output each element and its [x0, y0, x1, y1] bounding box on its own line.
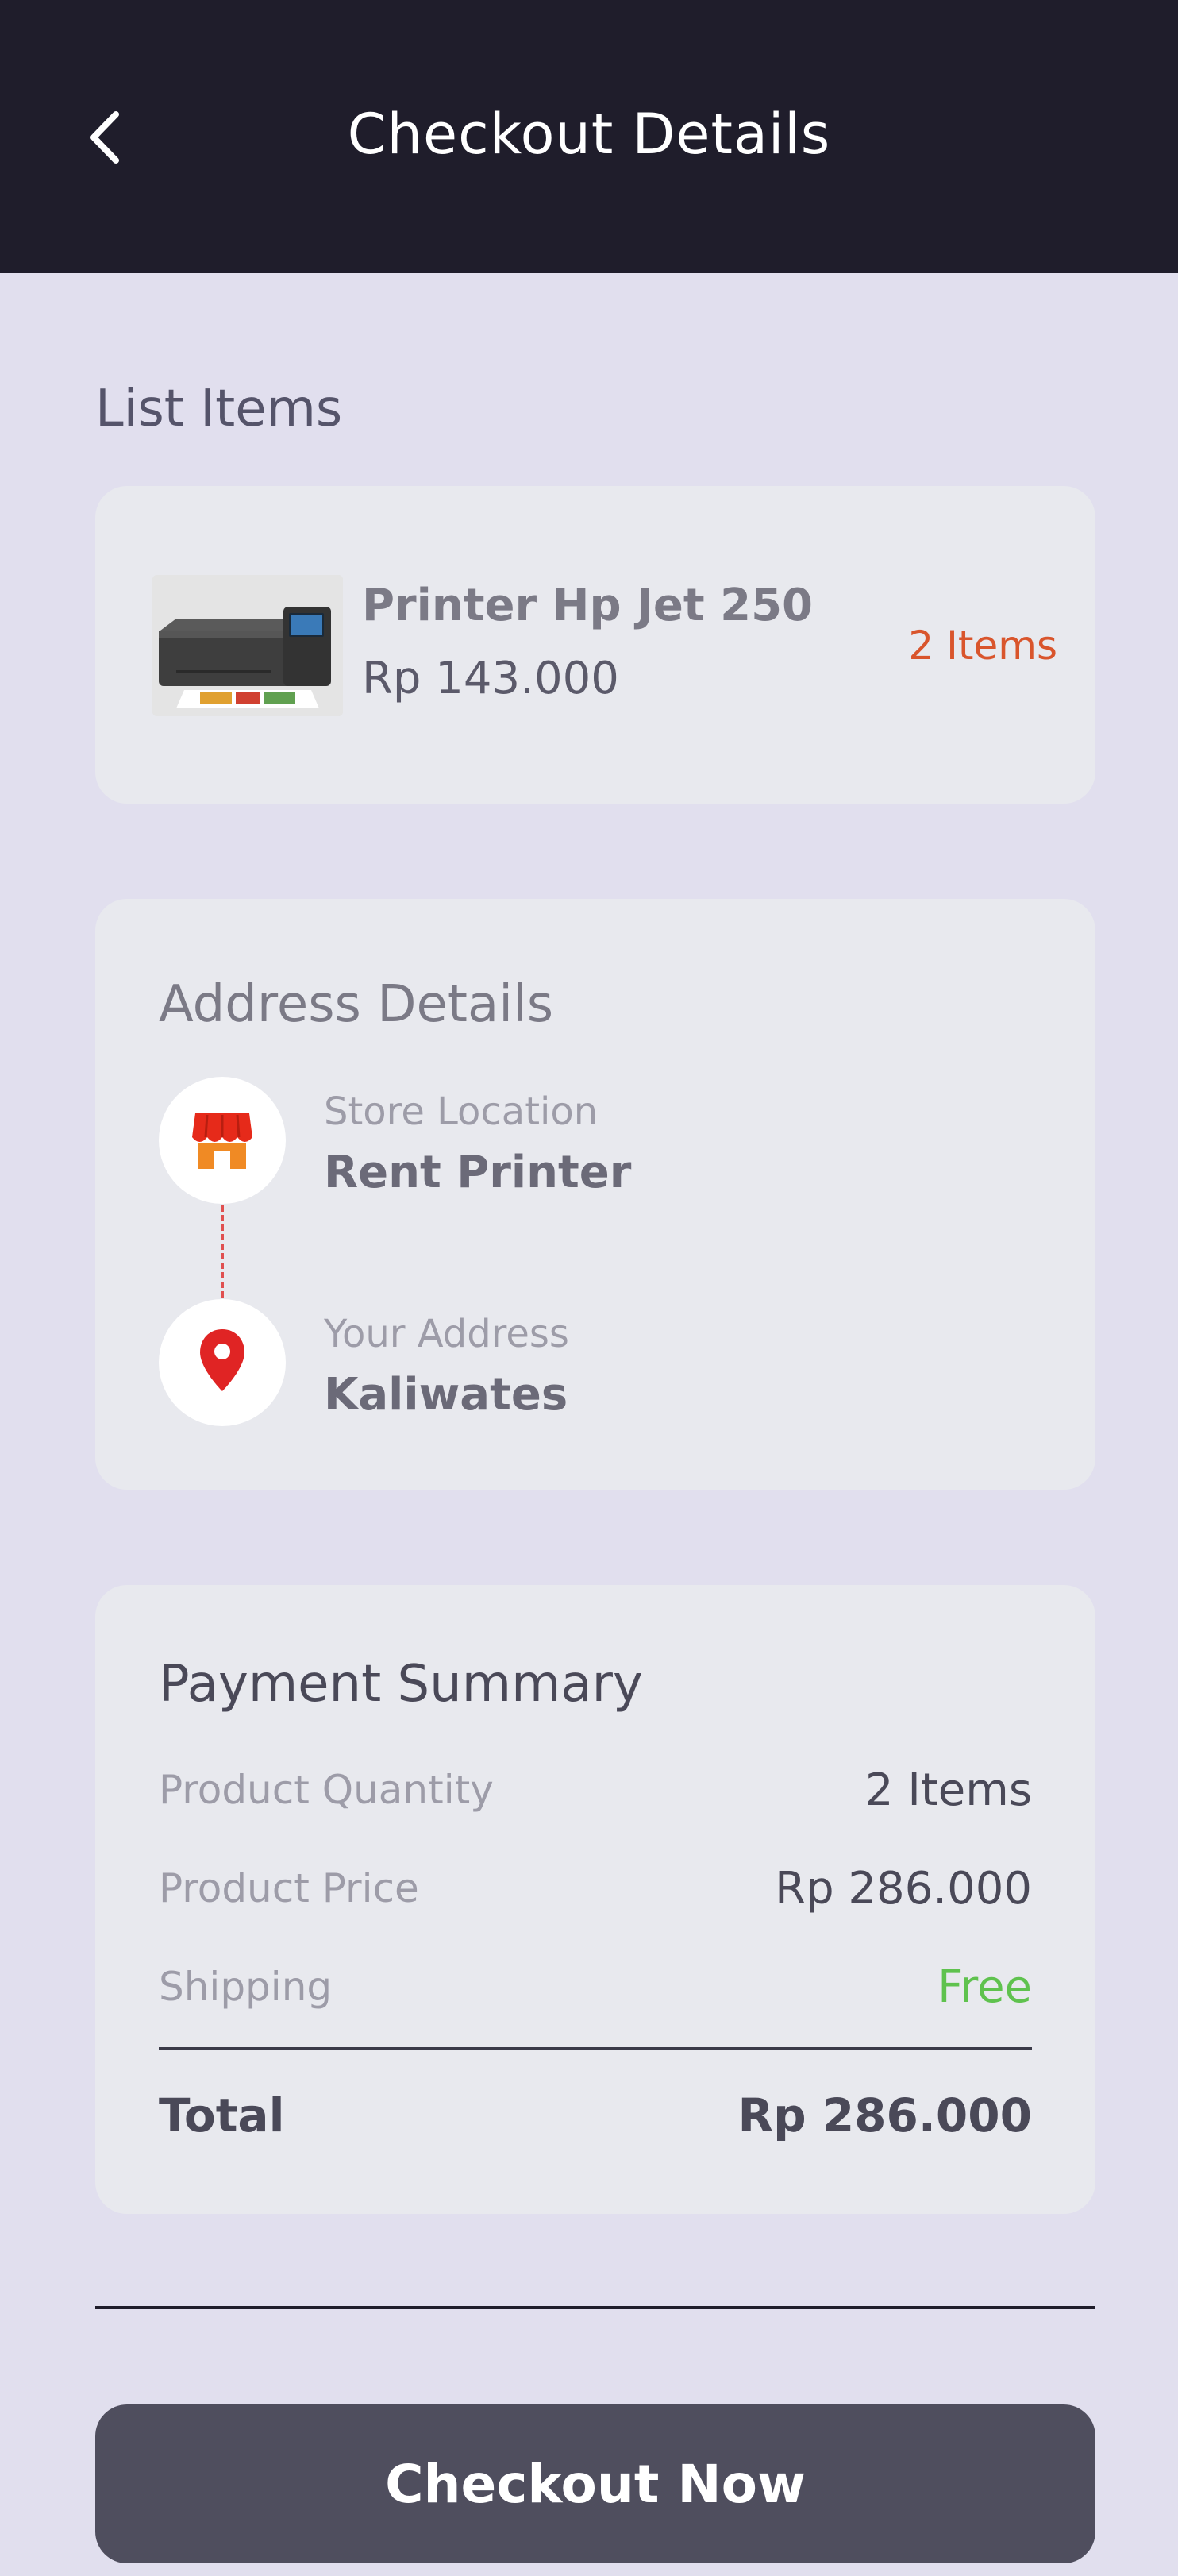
cart-item-card[interactable]: Printer Hp Jet 250 Rp 143.000 2 Items [95, 486, 1095, 804]
address-details-heading: Address Details [159, 975, 554, 1034]
summary-row-shipping: Shipping Free [159, 1955, 1032, 2019]
store-location-label: Store Location [324, 1089, 599, 1134]
page-title: Checkout Details [347, 102, 831, 167]
list-items-heading: List Items [95, 380, 343, 438]
checkout-now-button[interactable]: Checkout Now [95, 2404, 1095, 2563]
store-icon [189, 1105, 256, 1175]
summary-label: Shipping [159, 1964, 333, 2010]
address-details-card: Address Details Store Location Rent Prin… [95, 899, 1095, 1490]
location-pin-icon [197, 1328, 248, 1398]
summary-row-quantity: Product Quantity 2 Items [159, 1758, 1032, 1822]
summary-value: 2 Items [864, 1764, 1032, 1816]
item-name: Printer Hp Jet 250 [362, 580, 814, 631]
route-connector [221, 1205, 224, 1298]
summary-row-total: Total Rp 286.000 [159, 2084, 1032, 2147]
summary-label: Product Quantity [159, 1767, 494, 1813]
item-quantity: 2 Items [908, 623, 1057, 669]
summary-row-price: Product Price Rp 286.000 [159, 1857, 1032, 1920]
printer-image [152, 575, 343, 716]
total-value: Rp 286.000 [737, 2088, 1032, 2142]
app-header: Checkout Details [0, 0, 1178, 273]
payment-summary-card: Payment Summary Product Quantity 2 Items… [95, 1585, 1095, 2214]
your-address-value[interactable]: Kaliwates [324, 1369, 568, 1421]
customer-location-marker [159, 1299, 286, 1426]
store-location-value: Rent Printer [324, 1147, 632, 1198]
summary-value: Rp 286.000 [775, 1862, 1032, 1915]
store-location-marker [159, 1077, 286, 1204]
footer-divider [95, 2306, 1095, 2309]
shipping-free-value: Free [937, 1961, 1032, 2013]
summary-label: Product Price [159, 1865, 419, 1911]
checkout-page: Checkout Details List Items Printer Hp J… [0, 0, 1178, 2576]
summary-divider [159, 2047, 1032, 2050]
payment-summary-heading: Payment Summary [159, 1655, 643, 1714]
item-price: Rp 143.000 [362, 653, 619, 704]
your-address-label: Your Address [324, 1312, 569, 1356]
total-label: Total [159, 2088, 285, 2142]
